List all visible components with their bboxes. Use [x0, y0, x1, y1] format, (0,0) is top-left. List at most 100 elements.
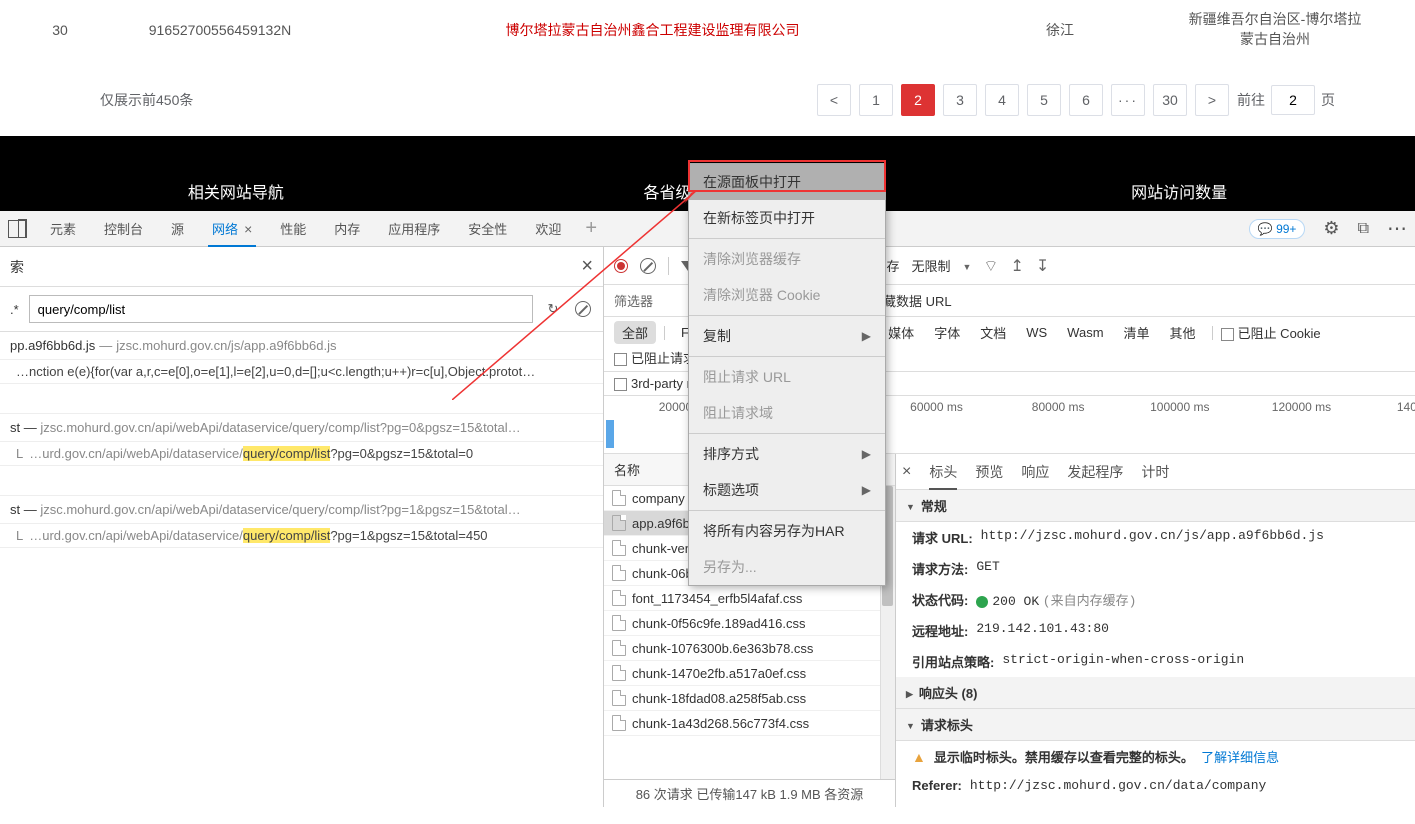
menu-sort-by[interactable]: 排序方式▶ — [689, 436, 885, 472]
request-item[interactable]: chunk-1a43d268.56c773f4.css — [604, 711, 895, 736]
page-5-button[interactable]: 5 — [1027, 84, 1061, 116]
request-item[interactable]: font_1173454_erfb5l4afaf.css — [604, 586, 895, 611]
record-icon[interactable] — [614, 259, 628, 273]
menu-open-in-tab[interactable]: 在新标签页中打开 — [689, 200, 885, 236]
file-icon — [612, 515, 626, 531]
tab-sources[interactable]: 源 — [167, 211, 188, 247]
tab-security[interactable]: 安全性 — [464, 211, 511, 247]
close-icon[interactable]: × — [244, 221, 252, 237]
search-result-line[interactable]: …nction e(e){for(var a,r,c=e[0],o=e[1],l… — [0, 360, 603, 384]
tab-welcome[interactable]: 欢迎 — [531, 211, 565, 247]
tab-timing[interactable]: 计时 — [1141, 454, 1169, 490]
dock-side-icon[interactable] — [8, 220, 26, 238]
page-4-button[interactable]: 4 — [985, 84, 1019, 116]
menu-header-options[interactable]: 标题选项▶ — [689, 472, 885, 508]
tab-console[interactable]: 控制台 — [100, 211, 147, 247]
menu-clear-cache[interactable]: 清除浏览器缓存 — [689, 241, 885, 277]
page-next-button[interactable]: > — [1195, 84, 1229, 116]
search-file-header[interactable]: st — jzsc.mohurd.gov.cn/api/webApi/datas… — [0, 414, 603, 442]
general-section[interactable]: 常规 — [896, 490, 1415, 522]
filter-ws[interactable]: WS — [1018, 323, 1055, 342]
filter-font[interactable]: 字体 — [926, 321, 968, 344]
close-details-icon[interactable]: × — [902, 463, 911, 481]
page-last-button[interactable]: 30 — [1153, 84, 1187, 116]
menu-copy[interactable]: 复制▶ — [689, 318, 885, 354]
goto-input[interactable] — [1271, 85, 1315, 115]
wifi-icon[interactable] — [983, 256, 998, 276]
tab-preview[interactable]: 预览 — [975, 454, 1003, 490]
menu-save-har[interactable]: 将所有内容另存为HAR — [689, 513, 885, 549]
tab-memory[interactable]: 内存 — [330, 211, 364, 247]
search-file-header[interactable]: pp.a9f6bb6d.js—jzsc.mohurd.gov.cn/js/app… — [0, 332, 603, 360]
filter-all[interactable]: 全部 — [614, 321, 656, 344]
file-icon — [612, 565, 626, 581]
page-2-button[interactable]: 2 — [901, 84, 935, 116]
close-search-icon[interactable]: × — [581, 255, 593, 278]
tab-initiator[interactable]: 发起程序 — [1067, 454, 1123, 490]
menu-save-as[interactable]: 另存为... — [689, 549, 885, 585]
filter-other[interactable]: 其他 — [1162, 321, 1204, 344]
request-item[interactable]: chunk-0f56c9fe.189ad416.css — [604, 611, 895, 636]
clear-icon[interactable] — [640, 258, 656, 274]
search-input[interactable] — [29, 295, 533, 323]
throttle-select[interactable]: 无限制 — [911, 256, 950, 275]
filter-manifest[interactable]: 清单 — [1116, 321, 1158, 344]
tab-elements[interactable]: 元素 — [46, 211, 80, 247]
warning-icon: ▲ — [912, 749, 926, 765]
menu-open-in-sources[interactable]: 在源面板中打开 — [689, 164, 885, 200]
menu-block-domain[interactable]: 阻止请求域 — [689, 395, 885, 431]
goto-suffix: 页 — [1321, 90, 1335, 110]
nav-related-sites[interactable]: 相关网站导航 — [0, 179, 472, 203]
layers-icon[interactable] — [1358, 220, 1369, 238]
menu-clear-cookies[interactable]: 清除浏览器 Cookie — [689, 277, 885, 313]
filter-doc[interactable]: 文档 — [972, 321, 1014, 344]
page-3-button[interactable]: 3 — [943, 84, 977, 116]
menu-block-url[interactable]: 阻止请求 URL — [689, 359, 885, 395]
cell-region: 新疆维吾尔自治区-博尔塔拉 蒙古自治州 — [1135, 10, 1415, 49]
request-details: × 标头 预览 响应 发起程序 计时 常规 请求 URL:http://jzsc… — [896, 454, 1415, 807]
upload-icon[interactable]: ↥ — [1010, 256, 1023, 276]
timeline-activity — [606, 420, 614, 448]
refresh-icon[interactable]: ↻ — [543, 299, 563, 319]
request-item[interactable]: chunk-1470e2fb.a517a0ef.css — [604, 661, 895, 686]
request-item[interactable]: chunk-1076300b.6e363b78.css — [604, 636, 895, 661]
tab-performance[interactable]: 性能 — [276, 211, 310, 247]
file-icon — [612, 640, 626, 656]
page-1-button[interactable]: 1 — [859, 84, 893, 116]
regex-mode[interactable]: .* — [10, 302, 19, 317]
clear-icon[interactable] — [573, 299, 593, 319]
request-headers-section[interactable]: 请求标头 — [896, 709, 1415, 741]
tab-response[interactable]: 响应 — [1021, 454, 1049, 490]
cell-index: 30 — [0, 22, 120, 38]
download-icon[interactable]: ↧ — [1036, 256, 1049, 276]
tab-network[interactable]: 网络× — [208, 211, 256, 247]
cell-id: 91652700556459132N — [120, 22, 320, 38]
search-result-line[interactable]: L…urd.gov.cn/api/webApi/dataservice/quer… — [0, 442, 603, 466]
response-headers-section[interactable]: 响应头 (8) — [896, 677, 1415, 709]
request-item[interactable]: chunk-18fdad08.a258f5ab.css — [604, 686, 895, 711]
search-file-header[interactable]: st — jzsc.mohurd.gov.cn/api/webApi/datas… — [0, 496, 603, 524]
filter-wasm[interactable]: Wasm — [1059, 323, 1111, 342]
chevron-down-icon[interactable] — [962, 258, 971, 273]
status-bar: 86 次请求 已传输147 kB 1.9 MB 各资源 — [604, 779, 895, 807]
learn-more-link[interactable]: 了解详细信息 — [1201, 750, 1279, 765]
issues-badge[interactable]: 💬 99+ — [1249, 219, 1306, 239]
filter-media[interactable]: 媒体 — [880, 321, 922, 344]
page-prev-button[interactable]: < — [817, 84, 851, 116]
more-icon[interactable] — [1387, 216, 1407, 241]
gear-icon[interactable] — [1323, 218, 1339, 239]
blocked-requests-checkbox[interactable]: 已阻止请求 — [614, 348, 696, 367]
pagination-note: 仅展示前450条 — [100, 90, 193, 110]
search-result-line[interactable]: L…urd.gov.cn/api/webApi/dataservice/quer… — [0, 524, 603, 548]
cell-person: 徐江 — [985, 20, 1135, 40]
page-ellipsis[interactable]: ··· — [1111, 84, 1145, 116]
cell-company[interactable]: 博尔塔拉蒙古自治州鑫合工程建设监理有限公司 — [320, 20, 985, 40]
tab-headers[interactable]: 标头 — [929, 454, 957, 490]
page-6-button[interactable]: 6 — [1069, 84, 1103, 116]
tab-application[interactable]: 应用程序 — [384, 211, 444, 247]
nav-visit-count[interactable]: 网站访问数量 — [943, 179, 1415, 203]
file-icon — [612, 540, 626, 556]
add-tab-button[interactable]: + — [585, 217, 597, 240]
filter-label: 筛选器 — [614, 291, 653, 310]
blocked-cookies-checkbox[interactable]: 已阻止 Cookie — [1221, 323, 1321, 342]
